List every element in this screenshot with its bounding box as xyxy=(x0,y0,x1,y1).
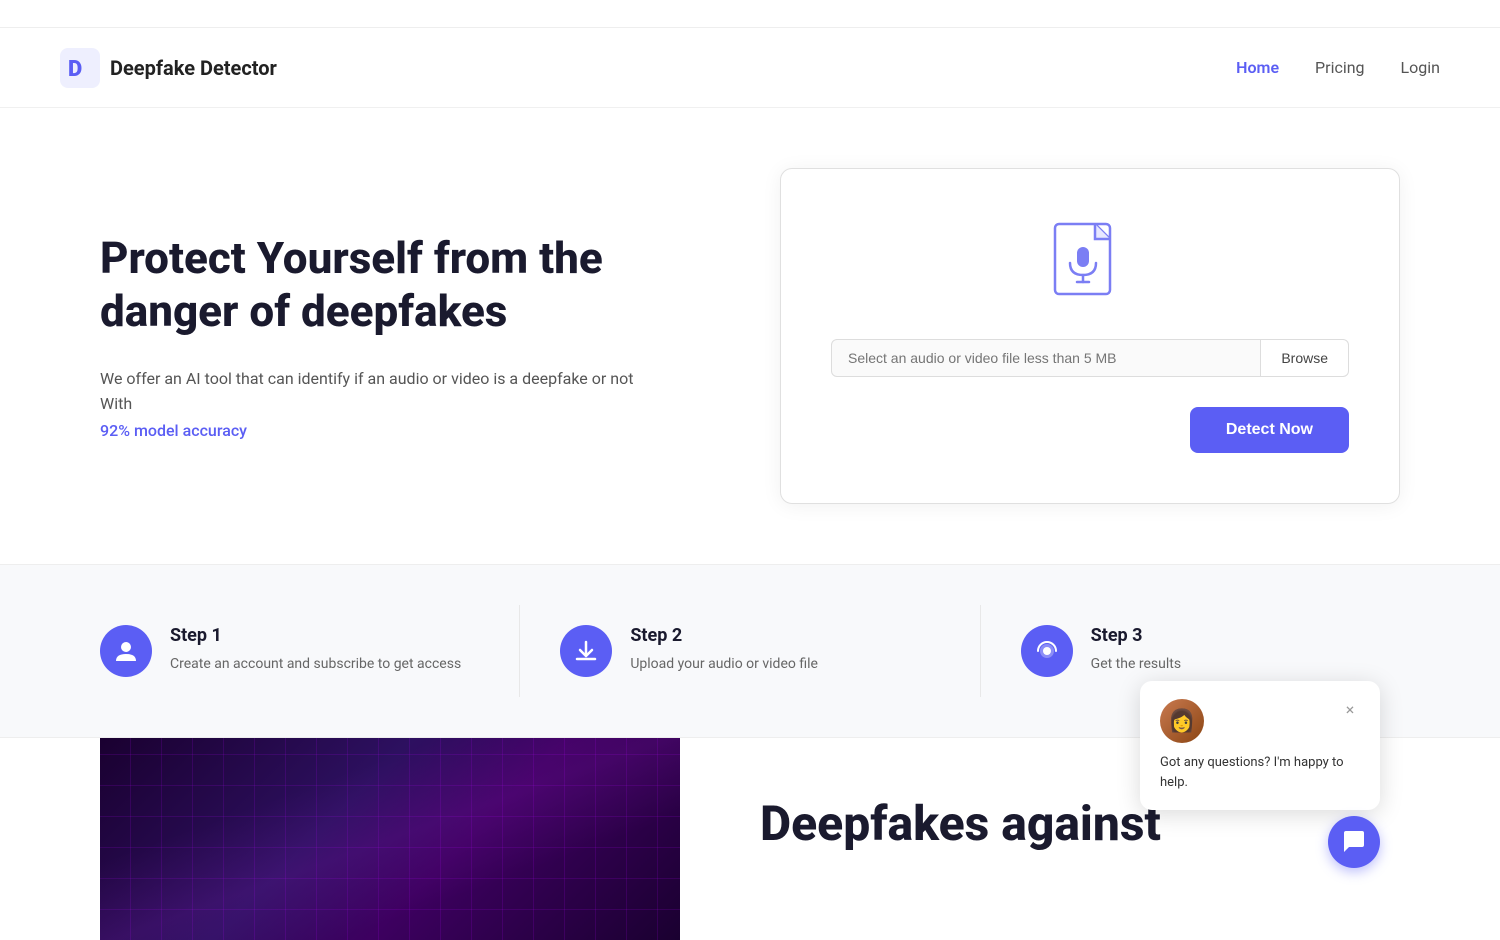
nav-pricing[interactable]: Pricing xyxy=(1315,58,1365,77)
nav-links: Home Pricing Login xyxy=(1236,58,1440,77)
user-icon xyxy=(113,638,139,664)
nav-login[interactable]: Login xyxy=(1401,58,1440,77)
step-1: Step 1 Create an account and subscribe t… xyxy=(100,605,520,697)
bottom-title: Deepfakes against xyxy=(760,798,1500,851)
step-3-icon xyxy=(1021,625,1073,677)
hero-accuracy: 92% model accuracy xyxy=(100,421,247,440)
file-input-row: Browse xyxy=(831,339,1349,377)
hero-description: We offer an AI tool that can identify if… xyxy=(100,366,660,417)
step-2: Step 2 Upload your audio or video file xyxy=(520,605,980,697)
chat-bubble-icon xyxy=(1341,829,1367,855)
upload-card: Browse Detect Now xyxy=(780,168,1400,504)
svg-text:D: D xyxy=(68,57,82,82)
download-icon xyxy=(573,638,599,664)
step-2-title: Step 2 xyxy=(630,625,818,646)
navbar: D Deepfake Detector Home Pricing Login xyxy=(0,28,1500,108)
bottom-image xyxy=(100,738,680,940)
file-mic-icon xyxy=(1050,219,1130,309)
hero-title: Protect Yourself from the danger of deep… xyxy=(100,232,660,338)
chat-widget: 👩 × Got any questions? I'm happy to help… xyxy=(1140,681,1380,810)
detect-button[interactable]: Detect Now xyxy=(1190,407,1349,453)
browse-button[interactable]: Browse xyxy=(1261,339,1349,377)
speaker-icon xyxy=(1034,638,1060,664)
upload-icon-wrapper xyxy=(1050,219,1130,309)
step-2-icon xyxy=(560,625,612,677)
logo-icon: D xyxy=(60,48,100,88)
step-3-content: Step 3 Get the results xyxy=(1091,625,1181,675)
step-1-icon xyxy=(100,625,152,677)
chat-header: 👩 × xyxy=(1160,699,1360,743)
hero-left: Protect Yourself from the danger of deep… xyxy=(100,232,660,440)
chat-bubble-button[interactable] xyxy=(1328,816,1380,868)
nav-home[interactable]: Home xyxy=(1236,58,1279,77)
step-1-desc: Create an account and subscribe to get a… xyxy=(170,654,461,675)
step-2-desc: Upload your audio or video file xyxy=(630,654,818,675)
chat-avatar: 👩 xyxy=(1160,699,1204,743)
chat-close-button[interactable]: × xyxy=(1340,699,1360,719)
logo-text: Deepfake Detector xyxy=(110,56,277,80)
step-1-content: Step 1 Create an account and subscribe t… xyxy=(170,625,461,675)
chat-message: Got any questions? I'm happy to help. xyxy=(1160,753,1360,792)
file-input[interactable] xyxy=(831,339,1261,377)
step-2-content: Step 2 Upload your audio or video file xyxy=(630,625,818,675)
step-1-title: Step 1 xyxy=(170,625,461,646)
step-3-desc: Get the results xyxy=(1091,654,1181,675)
hero-section: Protect Yourself from the danger of deep… xyxy=(0,108,1500,564)
top-bar xyxy=(0,0,1500,28)
step-3-title: Step 3 xyxy=(1091,625,1181,646)
logo[interactable]: D Deepfake Detector xyxy=(60,48,277,88)
